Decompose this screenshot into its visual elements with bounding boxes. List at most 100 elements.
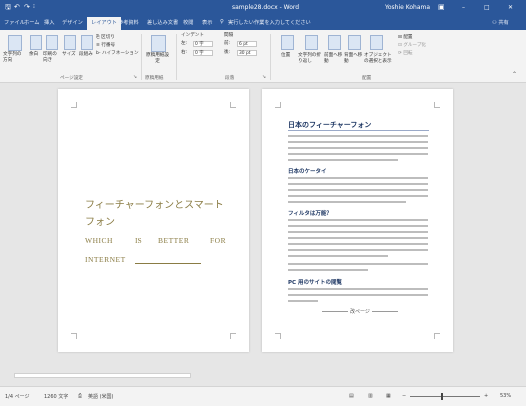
tab-layout[interactable]: レイアウト <box>87 17 121 30</box>
web-layout-icon[interactable]: ▦ <box>386 393 391 399</box>
orientation-icon[interactable] <box>46 35 58 50</box>
margins-icon[interactable] <box>30 35 42 50</box>
position-icon[interactable] <box>281 35 294 50</box>
tab-home[interactable]: ホーム <box>24 19 39 26</box>
body-text-line <box>288 141 428 143</box>
zoom-slider[interactable] <box>410 396 480 397</box>
zoom-level[interactable]: 53% <box>500 393 511 399</box>
group-button[interactable]: ⊡ グループ化 <box>398 43 426 49</box>
page-setup-launcher-icon[interactable]: ↘ <box>133 75 137 80</box>
columns-button[interactable]: 段組み <box>79 52 93 58</box>
body-text-line <box>288 195 428 197</box>
spacing-after-input[interactable]: 30 pt <box>237 50 257 56</box>
corner-mark <box>230 102 236 108</box>
horizontal-scrollbar[interactable] <box>14 373 191 378</box>
selection-pane-button[interactable]: オブジェクトの選択と表示 <box>364 53 394 65</box>
indent-left-label: 左: <box>181 41 188 46</box>
size-icon[interactable] <box>64 35 76 50</box>
body-text-line <box>288 294 428 296</box>
orientation-button[interactable]: 印刷の向き <box>43 52 61 64</box>
save-icon[interactable]: 🖫 <box>5 3 11 14</box>
tab-references[interactable]: 参考資料 <box>118 19 139 26</box>
read-mode-icon[interactable]: ▤ <box>349 393 354 399</box>
wrap-text-icon[interactable] <box>305 35 318 50</box>
paragraph-launcher-icon[interactable]: ↘ <box>262 75 266 80</box>
send-backward-button[interactable]: 背面へ移動 <box>344 53 364 65</box>
body-text-line <box>288 219 428 221</box>
subtitle-line-2: INTERNET <box>85 255 126 264</box>
corner-mark <box>230 333 236 339</box>
indent-right-label: 右: <box>181 50 188 55</box>
genkou-settings-icon[interactable] <box>151 35 166 52</box>
align-button[interactable]: ⊟ 配置 <box>398 35 413 41</box>
user-name[interactable]: Yoshie Kohama <box>385 4 430 11</box>
title-line-1: フィーチャーフォンとスマート <box>85 200 224 211</box>
spacing-label: 間隔 <box>224 33 234 38</box>
document-area[interactable]: フィーチャーフォンとスマート フォン WHICH IS BETTER FOR I… <box>0 83 526 378</box>
zoom-in-icon[interactable]: + <box>484 393 488 399</box>
close-button[interactable]: ✕ <box>508 4 513 11</box>
corner-mark <box>71 102 77 108</box>
page-count[interactable]: 1/4 ページ <box>5 393 30 400</box>
wrap-text-button[interactable]: 文字列の折り返し <box>298 53 324 65</box>
collapse-ribbon-icon[interactable]: ⌃ <box>512 71 517 78</box>
tab-insert[interactable]: 挿入 <box>44 19 54 26</box>
body-text-line <box>288 269 368 271</box>
body-text-line <box>288 183 428 185</box>
lightbulb-icon: ♀ <box>220 19 224 25</box>
breaks-button[interactable]: ⎘ 区切り <box>96 35 115 41</box>
indent-right-input[interactable]: 0 字 <box>193 50 213 56</box>
tab-view[interactable]: 表示 <box>202 19 212 26</box>
hyphenation-button[interactable]: b‐ ハイフネーション <box>96 51 139 57</box>
print-layout-icon[interactable]: ▥ <box>368 393 373 399</box>
send-backward-icon[interactable] <box>348 35 361 50</box>
ribbon-divider <box>270 34 271 80</box>
text-direction-icon[interactable] <box>8 35 22 51</box>
align-icon: ⊟ <box>398 35 402 40</box>
spacing-before-label: 前: <box>224 41 231 46</box>
bring-forward-icon[interactable] <box>328 35 341 50</box>
share-button[interactable]: ⚇ 共有 <box>492 19 509 26</box>
body-text-line <box>288 263 428 265</box>
hyphenation-icon: b‐ <box>96 51 101 56</box>
proofing-icon[interactable]: ⎙ <box>78 393 82 399</box>
maximize-button[interactable]: □ <box>484 4 490 11</box>
page2-heading: 日本のフィーチャーフォン <box>288 121 372 129</box>
line-numbers-button[interactable]: ≡ 行番号 <box>96 43 115 49</box>
selection-pane-icon[interactable] <box>370 35 383 50</box>
bring-forward-button[interactable]: 前面へ移動 <box>324 53 344 65</box>
size-button[interactable]: サイズ <box>62 52 76 58</box>
group-icon: ⊡ <box>398 43 402 48</box>
minimize-button[interactable]: – <box>462 4 465 11</box>
body-text-line <box>288 189 428 191</box>
zoom-slider-thumb[interactable] <box>441 393 443 400</box>
tab-design[interactable]: デザイン <box>62 19 83 26</box>
body-text-line <box>288 249 428 251</box>
genkou-settings-button[interactable]: 原稿用紙設定 <box>145 53 170 65</box>
tab-mailings[interactable]: 差し込み文書 <box>147 19 178 26</box>
text-direction-button[interactable]: 文字列の方向 <box>3 52 25 64</box>
spacing-before-input[interactable]: 6 pt <box>237 41 257 47</box>
ribbon-display-icon[interactable]: ▣ <box>438 3 445 11</box>
margins-button[interactable]: 余白 <box>29 52 38 58</box>
redo-icon[interactable]: ↷ <box>24 3 30 11</box>
page-1[interactable]: フィーチャーフォンとスマート フォン WHICH IS BETTER FOR I… <box>58 89 249 352</box>
columns-icon[interactable] <box>81 35 93 50</box>
tab-review[interactable]: 校閲 <box>183 19 193 26</box>
subtitle-word-1: WHICH <box>85 236 113 245</box>
ribbon: 文字列の方向 余白 印刷の向き サイズ 段組み ⎘ 区切り ≡ 行番号 b‐ ハ… <box>0 30 526 83</box>
title-bar: 🖫 ↶ ↷ ⁝ sample28.docx - Word Yoshie Koha… <box>0 0 526 16</box>
customize-qat-icon[interactable]: ⁝ <box>33 3 35 10</box>
ribbon-divider <box>141 34 142 80</box>
position-button[interactable]: 位置 <box>281 53 290 59</box>
rotate-button[interactable]: ⟳ 回転 <box>398 51 413 57</box>
page2-subheading-2: フィルタは万能？ <box>288 211 332 217</box>
word-count[interactable]: 1260 文字 <box>44 393 68 400</box>
undo-icon[interactable]: ↶ <box>14 3 20 11</box>
page-2[interactable]: 日本のフィーチャーフォン 日本のケータイ フィルタは万能？ PC 用のサイトの閲… <box>262 89 453 352</box>
zoom-out-icon[interactable]: − <box>402 393 406 399</box>
indent-left-input[interactable]: 0 字 <box>193 41 213 47</box>
tell-me-box[interactable]: 実行したい作業を入力してください <box>228 19 311 26</box>
tab-file[interactable]: ファイル <box>4 19 25 26</box>
language-indicator[interactable]: 英語 (米国) <box>88 393 114 400</box>
